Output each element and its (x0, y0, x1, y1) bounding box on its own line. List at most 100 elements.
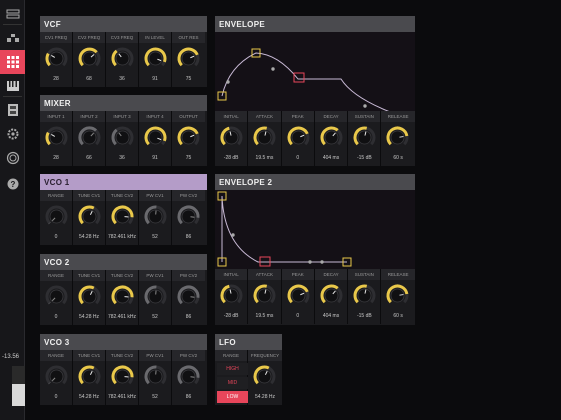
lfo-frequency-value: 54.28 Hz (254, 394, 275, 400)
envelope-sustain-handle[interactable] (293, 72, 305, 83)
vcf-cv1-freq-value: 28 (53, 76, 59, 82)
mixer-output-knob[interactable] (176, 125, 201, 150)
vco2-range-label: RANGE (40, 270, 72, 281)
vco3-range-value: 0 (54, 394, 58, 400)
help-icon[interactable]: ? (0, 172, 25, 196)
vco2-title: VCO 2 (40, 254, 207, 270)
vco3-tune-cv1-knob[interactable] (77, 364, 102, 389)
vco1-pw-cv2-knob[interactable] (176, 204, 201, 229)
lfo-frequency-label: FREQUENCY (248, 350, 282, 361)
envelope1-decay-value: 404 ms (322, 155, 340, 161)
vcf-cv2-freq-knob[interactable] (77, 46, 102, 71)
vco1-tune-cv1-knob[interactable] (77, 204, 102, 229)
lfo-range-high[interactable]: HIGH (217, 363, 248, 375)
mixer-input-1-label: INPUT 1 (40, 111, 72, 122)
envelope1-attack-control: ATTACK 19.5 ms (248, 111, 282, 166)
gear-icon[interactable] (0, 122, 25, 146)
vco3-tune-cv2-knob[interactable] (110, 364, 135, 389)
vco2-tune-cv2-knob[interactable] (110, 284, 135, 309)
circle-icon[interactable] (0, 146, 25, 170)
vco3-pw-cv1-knob[interactable] (143, 364, 168, 389)
mixer-output-value: 75 (185, 155, 192, 161)
mixer-output-control: OUTPUT 75 (172, 111, 205, 166)
envelope2-decay-knob[interactable] (319, 283, 344, 308)
envelope2-sustain-label: SUSTAIN (348, 269, 381, 280)
vco1-tune-cv2-label: TUNE CV2 (106, 190, 138, 201)
envelope2-release-value: 60 s (393, 313, 403, 319)
envelope1-initial-value: -28 dB (223, 155, 239, 161)
vco2-tune-cv1-label: TUNE CV1 (73, 270, 105, 281)
mixer-input-2-knob[interactable] (77, 125, 102, 150)
vco3-tune-cv1-label: TUNE CV1 (73, 350, 105, 361)
envelope1-release-knob[interactable] (385, 125, 410, 150)
vco1-tune-cv2-knob[interactable] (110, 204, 135, 229)
vcf-cv1-freq-knob[interactable] (44, 46, 69, 71)
vcf-in-level-knob[interactable] (143, 46, 168, 71)
vco2-tune-cv1-knob[interactable] (77, 284, 102, 309)
envelope2-sustain-knob[interactable] (352, 283, 377, 308)
level-meter (12, 366, 25, 406)
vco1-title: VCO 1 (40, 174, 207, 190)
envelope2-peak-knob[interactable] (286, 283, 311, 308)
vco3-pw-cv2-knob[interactable] (176, 364, 201, 389)
rack-icon[interactable] (0, 2, 25, 26)
grid-icon[interactable] (0, 50, 25, 74)
mixer-input-4-knob[interactable] (143, 125, 168, 150)
envelope2-attack-knob[interactable] (252, 283, 277, 308)
lfo-frequency-knob[interactable] (252, 364, 277, 389)
vco2-pw-cv2-control: PW CV2 86 (172, 270, 205, 325)
envelope2-initial-control: INITIAL -28 dB (215, 269, 249, 324)
envelope1-decay-knob[interactable] (319, 125, 344, 150)
lfo-panel: LFO RANGE HIGH MID LOW FREQUENCY 54.28 H… (215, 334, 282, 405)
mixer-output-label: OUTPUT (172, 111, 205, 122)
vco2-pw-cv1-label: PW CV1 (139, 270, 171, 281)
envelope1-sustain-knob[interactable] (352, 125, 377, 150)
module-icon[interactable] (0, 26, 25, 50)
vco1-tune-cv2-control: TUNE CV2 782.461 kHz (106, 190, 139, 245)
envelope1-initial-knob[interactable] (219, 125, 244, 150)
envelope1-initial-label: INITIAL (215, 111, 248, 122)
mixer-input-1-knob[interactable] (44, 125, 69, 150)
vco3-title: VCO 3 (40, 334, 207, 350)
vco3-tune-cv1-control: TUNE CV1 54.28 Hz (73, 350, 106, 405)
envelope2-peak-label: PEAK (281, 269, 314, 280)
lfo-range-mid[interactable]: MID (217, 377, 248, 389)
vcf-cv3-freq-control: CV3 FREQ 36 (106, 32, 139, 87)
mixer-input-4-control: INPUT 4 91 (139, 111, 172, 166)
envelope1-attack-knob[interactable] (252, 125, 277, 150)
lfo-range-label: RANGE (215, 350, 247, 361)
mixer-input-3-knob[interactable] (110, 125, 135, 150)
vcf-out-res-value: 75 (185, 76, 192, 82)
vco3-pw-cv1-control: PW CV1 52 (139, 350, 172, 405)
vco3-tune-cv2-control: TUNE CV2 782.461 kHz (106, 350, 139, 405)
vcf-cv2-freq-label: CV2 FREQ (73, 32, 105, 43)
envelope2-initial-knob[interactable] (219, 283, 244, 308)
vcf-cv2-freq-value: 68 (86, 76, 92, 82)
vco1-pw-cv1-knob[interactable] (143, 204, 168, 229)
envelope2-graph[interactable] (215, 190, 415, 269)
vcf-cv2-freq-control: CV2 FREQ 68 (73, 32, 106, 87)
vco2-range-knob[interactable] (44, 284, 69, 309)
envelope2-decay-value: 404 ms (322, 313, 340, 319)
keyboard-icon[interactable] (0, 74, 25, 98)
mixer-input-2-value: 66 (86, 155, 92, 161)
lfo-range-low[interactable]: LOW (217, 391, 248, 403)
envelope1-peak-label: PEAK (281, 111, 314, 122)
vcf-cv1-freq-label: CV1 FREQ (40, 32, 72, 43)
vco2-pw-cv2-knob[interactable] (176, 284, 201, 309)
vco1-range-knob[interactable] (44, 204, 69, 229)
envelope1-decay-label: DECAY (314, 111, 348, 122)
mixer-panel: MIXER INPUT 1 28 INPUT 2 66 INPUT 3 36 INPUT 4… (40, 95, 207, 166)
vco1-range-control: RANGE 0 (40, 190, 73, 245)
vcf-cv3-freq-knob[interactable] (110, 46, 135, 71)
device-icon[interactable] (0, 98, 25, 122)
envelope2-peak-value: 0 (296, 313, 300, 319)
vco3-range-knob[interactable] (44, 364, 69, 389)
vco2-pw-cv1-knob[interactable] (143, 284, 168, 309)
envelope2-decay-label: DECAY (314, 269, 348, 280)
envelope1-peak-knob[interactable] (286, 125, 311, 150)
envelope2-release-knob[interactable] (385, 283, 410, 308)
vco1-panel: VCO 1 RANGE 0 TUNE CV1 54.28 Hz TUNE CV2 782.… (40, 174, 207, 245)
envelope-graph[interactable] (215, 32, 415, 111)
vcf-out-res-knob[interactable] (176, 46, 201, 71)
